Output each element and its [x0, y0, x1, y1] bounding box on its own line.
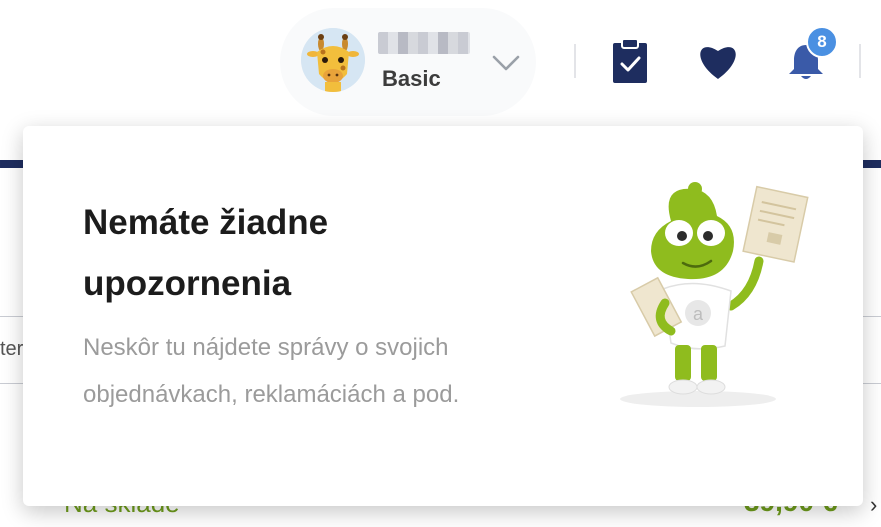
header-divider [574, 44, 576, 78]
notifications-popup: Nemáte žiadne upozornenia Neskôr tu nájd… [23, 126, 863, 506]
side-input[interactable] [862, 316, 881, 384]
alza-mascot-illustration: a [620, 182, 809, 407]
app-root: ████████ Basic 8 ter Na sklade 39,90 € ›… [0, 0, 881, 527]
header-divider [859, 44, 861, 78]
user-name: ████████ [378, 32, 470, 54]
clipboard-check-icon[interactable] [612, 38, 648, 84]
filter-input-text: ter [0, 338, 24, 360]
chevron-down-icon[interactable] [492, 54, 520, 72]
heart-icon[interactable] [697, 42, 739, 80]
chevron-right-icon[interactable]: › [870, 492, 877, 518]
empty-notifications-text: Neskôr tu nájdete správy o svojich objed… [83, 334, 460, 408]
notification-count-badge: 8 [806, 26, 838, 58]
giraffe-avatar-icon[interactable] [301, 28, 365, 92]
user-plan-label: Basic [382, 66, 441, 91]
svg-text:a: a [693, 304, 704, 324]
empty-notifications-title: Nemáte žiadne upozornenia [83, 203, 329, 303]
